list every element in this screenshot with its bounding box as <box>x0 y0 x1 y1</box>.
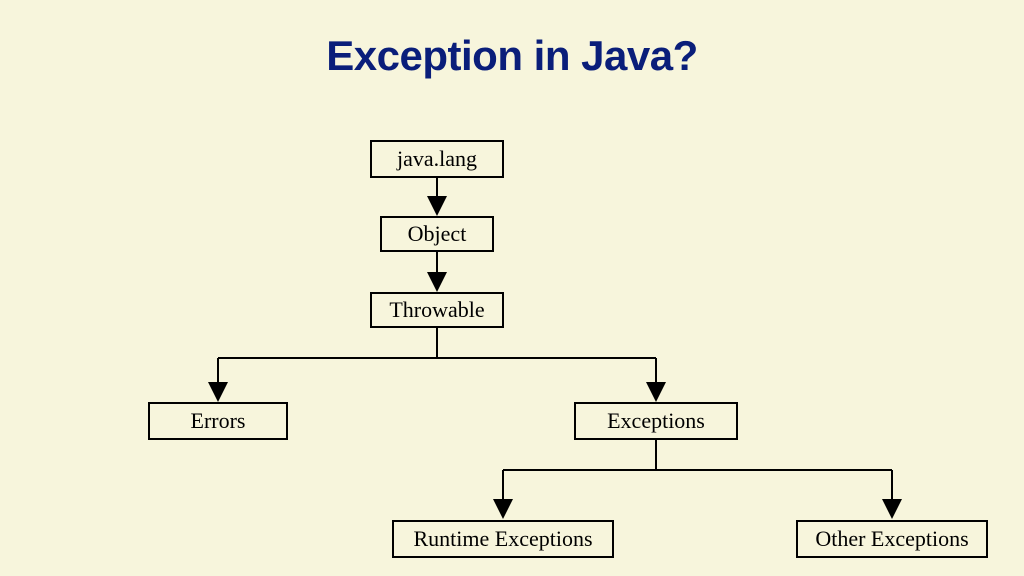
connector-lines <box>0 0 1024 576</box>
node-exceptions: Exceptions <box>574 402 738 440</box>
hierarchy-diagram: java.lang Object Throwable Errors Except… <box>0 0 1024 576</box>
node-javalang: java.lang <box>370 140 504 178</box>
node-throwable: Throwable <box>370 292 504 328</box>
node-runtime: Runtime Exceptions <box>392 520 614 558</box>
node-object: Object <box>380 216 494 252</box>
node-other: Other Exceptions <box>796 520 988 558</box>
node-errors: Errors <box>148 402 288 440</box>
